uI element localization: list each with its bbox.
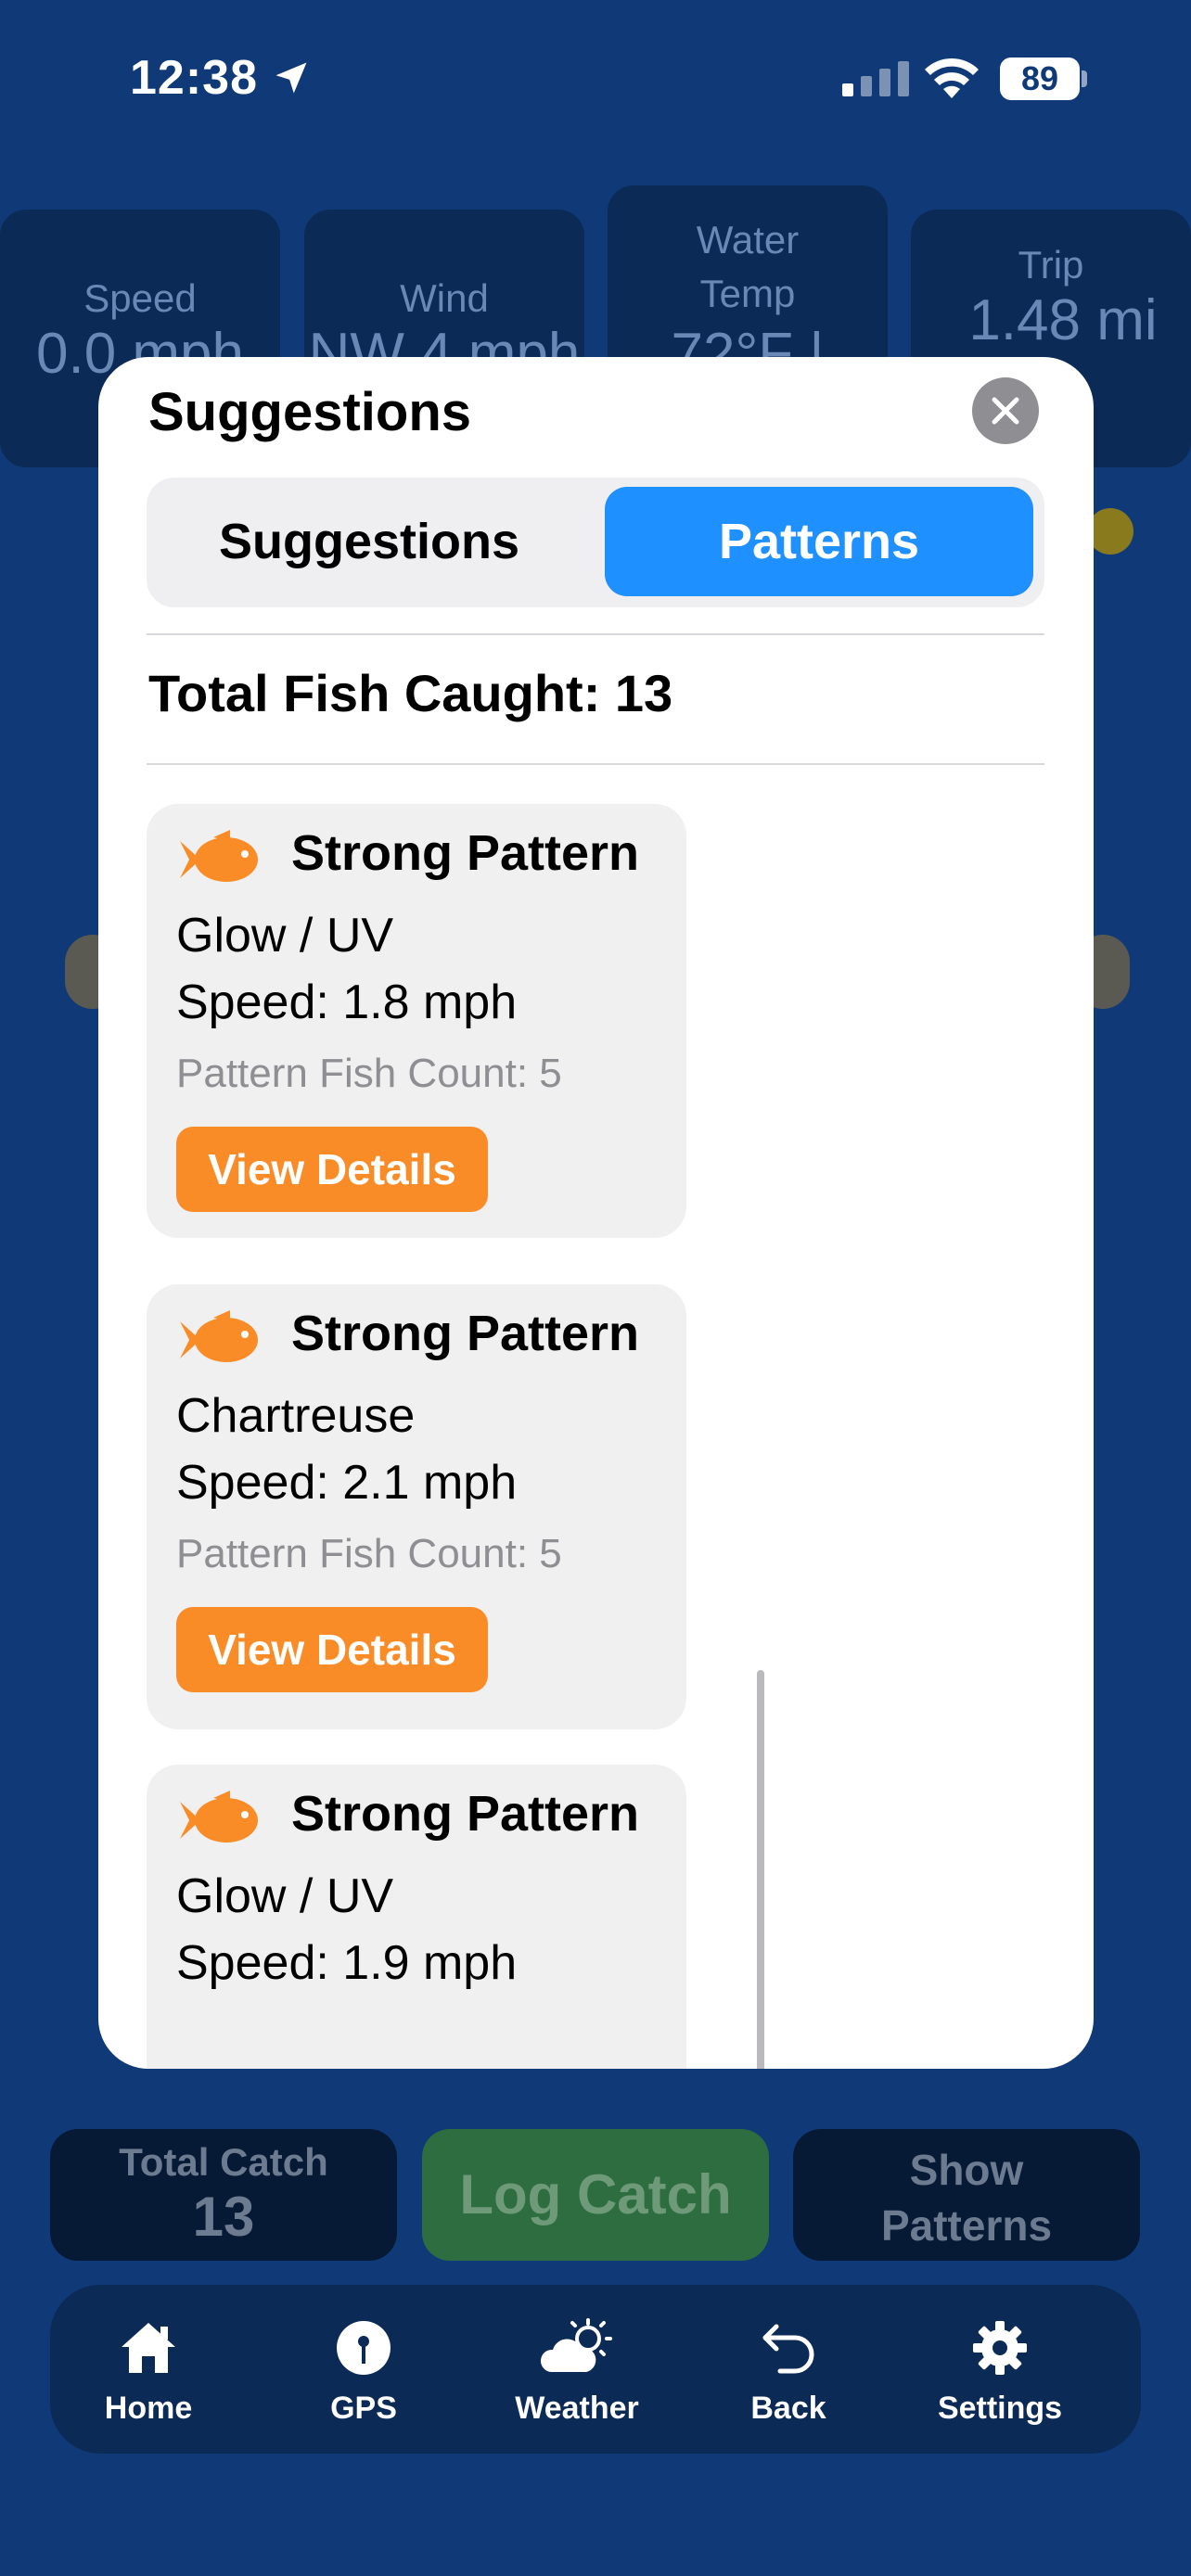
status-bar: 12:38 89 [0,0,1191,158]
fish-icon [180,830,258,882]
tab-home-label: Home [104,2391,193,2426]
divider-bottom [147,763,1044,765]
tab-gps[interactable]: GPS [280,2315,447,2427]
total-catch-panel: Total Catch 13 [50,2129,397,2261]
bottom-tab-bar: Home GPS Weather Back Settings [50,2285,1141,2454]
water-temp-label: Water Temp [696,218,800,315]
pattern-card: Strong Pattern Chartreuse Speed: 2.1 mph… [147,1284,686,1729]
pattern-title: Strong Pattern [291,1786,640,1842]
battery-nub [1082,70,1087,87]
trip-value: 1.48 mi [968,288,1158,352]
tab-patterns[interactable]: Patterns [605,487,1033,596]
pattern-lure: Glow / UV [176,909,394,963]
fish-icon [180,1791,258,1843]
show-patterns-button[interactable]: Show Patterns [793,2129,1140,2261]
wind-label: Wind [400,276,489,320]
scrollbar[interactable] [757,1670,764,2069]
modal-title: Suggestions [148,382,472,442]
battery-indicator: 89 [1000,57,1080,100]
close-button[interactable] [972,377,1039,444]
view-details-button[interactable]: View Details [176,1127,488,1212]
tab-gps-label: GPS [330,2391,397,2426]
tab-back-label: Back [750,2391,826,2426]
pattern-card: Strong Pattern Glow / UV Speed: 1.9 mph [147,1765,686,2069]
cellular-signal-icon [842,61,909,96]
pattern-title: Strong Pattern [291,1306,640,1361]
trip-label: Trip [1018,243,1084,287]
tab-suggestions[interactable]: Suggestions [156,487,583,596]
tab-weather-label: Weather [515,2391,639,2426]
pattern-lure: Glow / UV [176,1869,394,1923]
segmented-control: Suggestions Patterns [147,478,1044,607]
tab-weather[interactable]: Weather [493,2315,660,2427]
pattern-fish-count: Pattern Fish Count: 5 [176,1531,562,1576]
wifi-icon [925,57,979,98]
pattern-title: Strong Pattern [291,825,640,881]
tab-home[interactable]: Home [65,2315,232,2427]
total-catch-value: 13 [192,2186,255,2248]
pattern-speed: Speed: 1.8 mph [176,976,518,1029]
pattern-speed: Speed: 1.9 mph [176,1936,518,1990]
back-arrow-icon [762,2324,814,2374]
tab-settings[interactable]: Settings [916,2315,1083,2427]
speed-label: Speed [83,276,197,320]
pattern-lure: Chartreuse [176,1389,416,1443]
cloud-sun-icon [540,2318,612,2372]
suggestions-modal: Suggestions Suggestions Patterns Total F… [98,357,1094,2069]
show-patterns-label: Show Patterns [880,2146,1053,2250]
location-arrow-icon [275,62,307,94]
divider-top [147,633,1044,635]
pattern-fish-count: Pattern Fish Count: 5 [176,1051,562,1096]
close-icon [992,397,1019,425]
house-icon [122,2323,175,2373]
tab-settings-label: Settings [937,2391,1063,2426]
fish-icon [180,1310,258,1362]
log-catch-button[interactable]: Log Catch [422,2129,769,2261]
background-indicator-dot [1087,508,1133,555]
clock: 12:38 [130,51,258,105]
tab-back[interactable]: Back [705,2315,872,2427]
total-catch-label: Total Catch [119,2140,328,2184]
pattern-speed: Speed: 2.1 mph [176,1456,518,1510]
gear-icon [973,2321,1027,2375]
total-fish-caught: Total Fish Caught: 13 [148,664,673,722]
pattern-list[interactable]: Strong Pattern Glow / UV Speed: 1.8 mph … [147,804,1074,2069]
view-details-button[interactable]: View Details [176,1607,488,1692]
gps-pin-icon [337,2321,391,2375]
log-catch-label: Log Catch [459,2163,732,2225]
pattern-card: Strong Pattern Glow / UV Speed: 1.8 mph … [147,804,686,1238]
